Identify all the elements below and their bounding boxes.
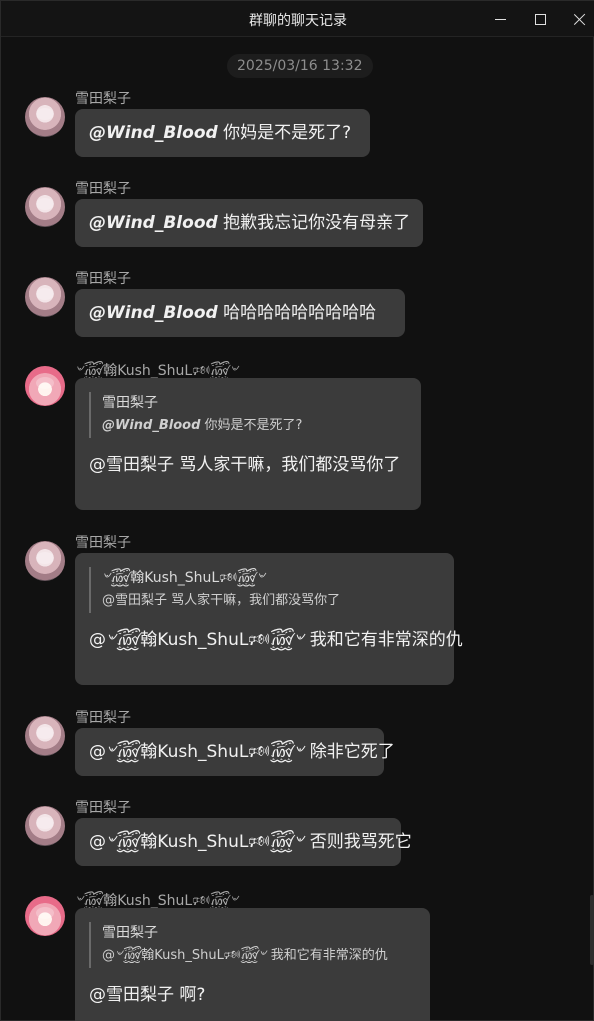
message-bubble[interactable]: @৺꫞翰Kush_ShuL🕬꫞৺ 否则我骂死它	[75, 818, 412, 866]
message-text: @雪田梨子 骂人家干嘛，我们都没骂你了	[89, 455, 401, 475]
avatar-icon[interactable]	[25, 806, 65, 846]
sender-name: 雪田梨子	[75, 535, 131, 551]
quoted-text: @雪田梨子 骂人家干嘛，我们都没骂你了	[102, 593, 341, 608]
mention: @Wind_Blood	[89, 303, 218, 323]
quoted-message[interactable]: 雪田梨子 @Wind_Blood 你妈是不是死了?	[89, 392, 407, 438]
message-text: 你妈是不是死了?	[217, 123, 352, 143]
chat-history-window: 群聊的聊天记录 2025/03/16 13:32 雪田梨子 @Wind_Bloo…	[0, 0, 594, 1021]
avatar-icon[interactable]	[25, 277, 65, 317]
avatar-icon[interactable]	[25, 366, 65, 406]
title-bar: 群聊的聊天记录	[1, 1, 594, 37]
avatar-icon[interactable]	[25, 187, 65, 227]
message-bubble[interactable]: 雪田梨子 @Wind_Blood 你妈是不是死了? @雪田梨子 骂人家干嘛，我们…	[75, 378, 421, 510]
minimize-icon	[494, 18, 506, 20]
quoted-sender: 雪田梨子	[102, 925, 158, 941]
avatar-icon[interactable]	[25, 541, 65, 581]
avatar-icon[interactable]	[25, 896, 65, 936]
quoted-sender: 雪田梨子	[102, 395, 158, 411]
close-icon	[573, 13, 586, 26]
message-bubble[interactable]: @Wind_Blood 抱歉我忘记你没有母亲了	[75, 199, 423, 247]
sender-name: 雪田梨子	[75, 91, 131, 107]
scrollbar-thumb[interactable]	[590, 895, 594, 965]
avatar-icon[interactable]	[25, 97, 65, 137]
sender-name: 雪田梨子	[75, 800, 131, 816]
sender-name: 雪田梨子	[75, 271, 131, 287]
quoted-message[interactable]: ৺꫞翰Kush_ShuL🕬꫞৺ @雪田梨子 骂人家干嘛，我们都没骂你了	[89, 567, 440, 613]
sender-name: 雪田梨子	[75, 710, 131, 726]
avatar-icon[interactable]	[25, 716, 65, 756]
sender-name: 雪田梨子	[75, 181, 131, 197]
mention: @Wind_Blood	[89, 213, 218, 233]
quoted-text-line: @Wind_Blood 你妈是不是死了?	[102, 414, 407, 438]
quoted-text: 你妈是不是死了?	[200, 418, 303, 433]
message-bubble[interactable]: ৺꫞翰Kush_ShuL🕬꫞৺ @雪田梨子 骂人家干嘛，我们都没骂你了 @৺꫞翰…	[75, 553, 463, 685]
message-text: @৺꫞翰Kush_ShuL🕬꫞৺ 我和它有非常深的仇	[89, 630, 463, 650]
message-list[interactable]: 2025/03/16 13:32 雪田梨子 @Wind_Blood 你妈是不是死…	[1, 38, 594, 1021]
mention: @Wind_Blood	[89, 123, 218, 143]
close-button[interactable]	[566, 7, 592, 31]
maximize-button[interactable]	[527, 7, 553, 31]
message-text: 抱歉我忘记你没有母亲了	[217, 213, 411, 233]
quoted-mention: @Wind_Blood	[102, 418, 201, 433]
maximize-icon	[534, 13, 546, 25]
message-bubble[interactable]: 雪田梨子 @৺꫞翰Kush_ShuL🕬꫞৺ 我和它有非常深的仇 @雪田梨子 啊?	[75, 908, 430, 1021]
message-bubble[interactable]: @Wind_Blood 你妈是不是死了?	[75, 109, 370, 157]
quoted-message[interactable]: 雪田梨子 @৺꫞翰Kush_ShuL🕬꫞৺ 我和它有非常深的仇	[89, 922, 416, 968]
message-bubble[interactable]: @Wind_Blood 哈哈哈哈哈哈哈哈哈	[75, 289, 405, 337]
message-text: 哈哈哈哈哈哈哈哈哈	[217, 303, 377, 323]
message-text: @雪田梨子 啊?	[89, 985, 206, 1005]
quoted-text: @৺꫞翰Kush_ShuL🕬꫞৺ 我和它有非常深的仇	[102, 948, 388, 963]
quoted-sender: ৺꫞翰Kush_ShuL🕬꫞৺	[102, 570, 266, 586]
minimize-button[interactable]	[487, 7, 513, 31]
timestamp: 2025/03/16 13:32	[227, 54, 373, 78]
message-bubble[interactable]: @৺꫞翰Kush_ShuL🕬꫞৺ 除非它死了	[75, 728, 395, 776]
